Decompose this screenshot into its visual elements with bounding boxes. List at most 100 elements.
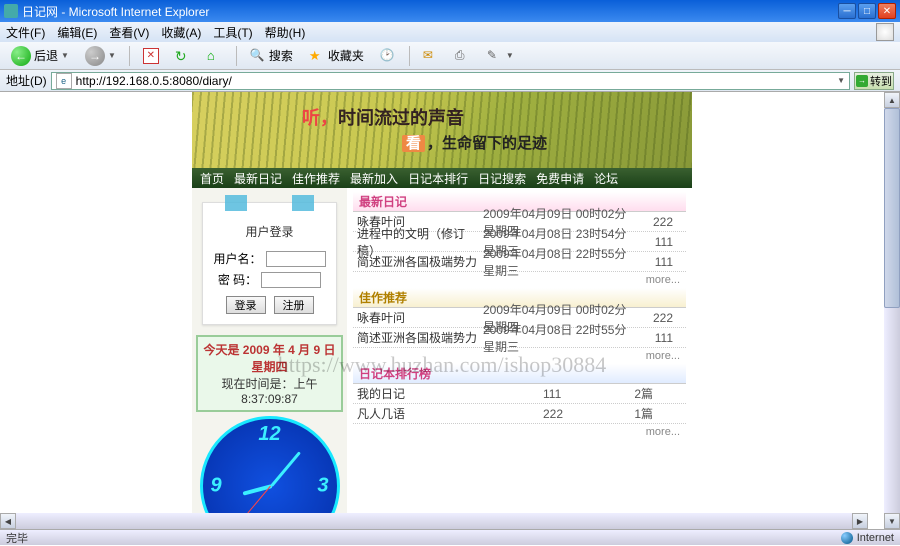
section-rank-title: 日记本排行榜 [353,364,686,384]
nav-home[interactable]: 首页 [200,170,224,187]
chevron-down-icon: ▼ [61,51,69,60]
scroll-down-icon[interactable]: ▼ [884,513,900,529]
stop-icon: ✕ [143,48,159,64]
register-button[interactable]: 注册 [274,296,314,314]
chevron-down-icon: ▼ [108,51,116,60]
today-date: 今天是 2009 年 4 月 9 日星期四 [202,341,337,375]
diary-user: 222 [633,215,673,229]
menu-view[interactable]: 查看(V) [109,24,149,41]
book-title: 我的日记 [353,385,543,402]
diary-title: 咏春叶问 [353,309,483,326]
banner: 听，时间流过的声音 看，生命留下的足迹 [192,92,692,168]
book-count: 1篇 [613,405,653,422]
history-button[interactable]: 🕑 [375,45,401,67]
menu-file[interactable]: 文件(F) [6,24,45,41]
login-button[interactable]: 登录 [226,296,266,314]
zone-label: Internet [857,532,894,544]
search-button[interactable]: 🔍搜索 [245,45,298,67]
nav-search[interactable]: 日记搜索 [478,170,526,187]
menu-tools[interactable]: 工具(T) [213,24,252,41]
status-text: 完毕 [6,530,28,546]
scroll-thumb[interactable] [884,108,900,308]
book-count: 2篇 [613,385,653,402]
banner-line2: ，生命留下的足迹 [427,136,547,152]
login-title: 用户登录 [203,223,336,240]
clock-3: 3 [317,475,328,498]
maximize-button[interactable]: □ [858,3,876,19]
username-label: 用户名： [213,250,261,267]
go-button[interactable]: → 转到 [854,72,894,90]
edit-icon: ✎ [487,48,503,64]
tape-icon [225,195,247,211]
nav-forum[interactable]: 论坛 [594,170,618,187]
minimize-button[interactable]: ─ [838,3,856,19]
main-nav: 首页 最新日记 佳作推荐 最新加入 日记本排行 日记搜索 免费申请 论坛 [192,168,692,188]
search-label: 搜索 [269,47,293,64]
menu-help[interactable]: 帮助(H) [265,24,306,41]
book-user: 111 [543,387,613,401]
menu-edit[interactable]: 编辑(E) [57,24,97,41]
diary-user: 111 [633,235,673,249]
table-row[interactable]: 我的日记1112篇 [353,384,686,404]
menu-favorites[interactable]: 收藏(A) [161,24,201,41]
home-icon: ⌂ [207,48,223,64]
home-button[interactable]: ⌂ [202,45,228,67]
table-row[interactable]: 凡人几语2221篇 [353,404,686,424]
vertical-scrollbar[interactable]: ▲ ▼ [884,92,900,529]
nav-rank[interactable]: 日记本排行 [408,170,468,187]
search-icon: 🔍 [250,48,266,64]
refresh-button[interactable]: ↻ [170,45,196,67]
chevron-down-icon[interactable]: ▼ [837,76,845,85]
username-input[interactable] [266,251,326,267]
diary-user: 111 [633,255,673,269]
favorites-button[interactable]: ★收藏夹 [304,45,369,67]
diary-title: 简述亚洲各国极端势力 [353,253,483,270]
back-label: 后退 [34,47,58,64]
current-time: 现在时间是：上午8:37:09:87 [202,375,337,406]
globe-icon [841,532,853,544]
banner-line1a: 听， [302,108,338,128]
horizontal-scrollbar[interactable]: ◀ ▶ [0,513,868,529]
nav-best[interactable]: 佳作推荐 [292,170,340,187]
date-box: 今天是 2009 年 4 月 9 日星期四 现在时间是：上午8:37:09:87 [196,335,343,412]
back-button[interactable]: ← 后退 ▼ [6,45,74,67]
edit-button[interactable]: ✎▼ [482,45,519,67]
banner-tag: 看 [402,135,425,152]
page-icon: e [56,73,72,89]
diary-date: 2009年04月08日 22时55分 星期三 [483,245,633,279]
star-icon: ★ [309,48,325,64]
mail-button[interactable]: ✉ [418,45,444,67]
scroll-up-icon[interactable]: ▲ [884,92,900,108]
password-label: 密 码： [218,271,257,288]
diary-user: 111 [633,331,673,345]
nav-apply[interactable]: 免费申请 [536,170,584,187]
go-arrow-icon: → [856,75,868,87]
refresh-icon: ↻ [175,48,191,64]
scroll-left-icon[interactable]: ◀ [0,513,16,529]
stop-button[interactable]: ✕ [138,45,164,67]
app-icon [4,4,18,18]
nav-latest[interactable]: 最新日记 [234,170,282,187]
address-bar[interactable]: e ▼ [51,72,850,90]
window-title: 日记网 - Microsoft Internet Explorer [22,3,209,20]
table-row[interactable]: 简述亚洲各国极端势力2009年04月08日 22时55分 星期三111 [353,328,686,348]
favorites-label: 收藏夹 [328,47,364,64]
back-icon: ← [11,46,31,66]
print-button[interactable]: ⎙ [450,45,476,67]
more-link[interactable]: more... [353,424,686,440]
close-button[interactable]: ✕ [878,3,896,19]
ie-logo-icon [876,23,894,41]
url-input[interactable] [76,74,833,88]
go-label: 转到 [870,73,892,89]
banner-line1b: 时间流过的声音 [338,108,464,128]
password-input[interactable] [261,272,321,288]
book-user: 222 [543,407,613,421]
diary-user: 222 [633,311,673,325]
table-row[interactable]: 简述亚洲各国极端势力2009年04月08日 22时55分 星期三111 [353,252,686,272]
chevron-down-icon: ▼ [506,51,514,60]
forward-button[interactable]: → ▼ [80,45,121,67]
nav-newest[interactable]: 最新加入 [350,170,398,187]
book-title: 凡人几语 [353,405,543,422]
minute-hand [270,451,301,487]
scroll-right-icon[interactable]: ▶ [852,513,868,529]
